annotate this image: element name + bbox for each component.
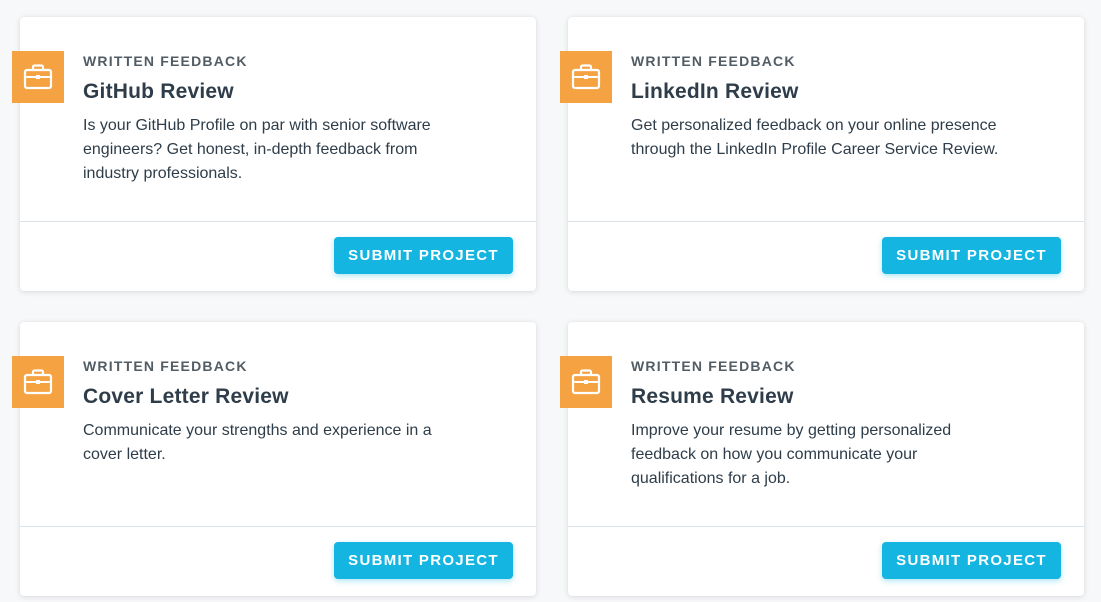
category-badge bbox=[560, 356, 612, 408]
submit-project-button[interactable]: Submit Project bbox=[334, 542, 513, 579]
briefcase-icon bbox=[571, 64, 601, 90]
service-card-cover-letter: Written Feedback Cover Letter Review Com… bbox=[12, 322, 536, 596]
card-divider bbox=[568, 221, 1084, 222]
card-divider bbox=[20, 221, 536, 222]
briefcase-icon bbox=[23, 64, 53, 90]
card-divider bbox=[568, 526, 1084, 527]
card-divider bbox=[20, 526, 536, 527]
submit-project-button[interactable]: Submit Project bbox=[882, 237, 1061, 274]
briefcase-icon bbox=[571, 369, 601, 395]
card-category: Written Feedback bbox=[631, 358, 796, 374]
service-card-github: Written Feedback GitHub Review Is your G… bbox=[12, 17, 536, 291]
card-title: GitHub Review bbox=[83, 80, 234, 103]
card-category: Written Feedback bbox=[631, 53, 796, 69]
submit-project-button[interactable]: Submit Project bbox=[882, 542, 1061, 579]
card-description: Get personalized feedback on your online… bbox=[631, 117, 999, 158]
card-title: Cover Letter Review bbox=[83, 385, 289, 408]
card-description: Communicate your strengths and experienc… bbox=[83, 422, 432, 463]
briefcase-icon bbox=[23, 369, 53, 395]
card-description: Is your GitHub Profile on par with senio… bbox=[83, 117, 431, 182]
card-title: LinkedIn Review bbox=[631, 80, 799, 103]
card-category: Written Feedback bbox=[83, 358, 248, 374]
card-description: Improve your resume by getting personali… bbox=[631, 422, 952, 487]
service-card-linkedin: Written Feedback LinkedIn Review Get per… bbox=[560, 17, 1084, 291]
card-category: Written Feedback bbox=[83, 53, 248, 69]
card-title: Resume Review bbox=[631, 385, 794, 408]
service-card-resume: Written Feedback Resume Review Improve y… bbox=[560, 322, 1084, 596]
category-badge bbox=[12, 51, 64, 103]
submit-project-button[interactable]: Submit Project bbox=[334, 237, 513, 274]
category-badge bbox=[560, 51, 612, 103]
category-badge bbox=[12, 356, 64, 408]
